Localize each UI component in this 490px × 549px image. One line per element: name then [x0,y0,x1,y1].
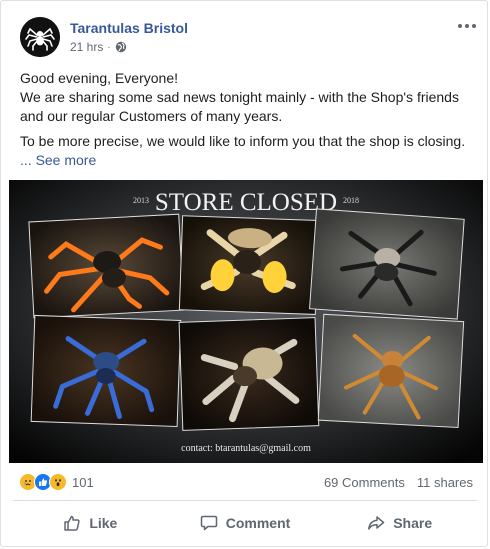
comments-count-link[interactable]: 69 Comments [324,475,405,490]
post-actions: Like Comment Share [13,504,477,542]
post-header: Tarantulas Bristol 21 hrs · [20,17,480,61]
year-right: 2018 [343,196,359,205]
wow-reaction-icon [49,473,67,491]
thumbs-up-icon [64,515,80,531]
image-title: STORE CLOSED [155,189,337,216]
post-text: Good evening, Everyone! We are sharing s… [20,69,478,170]
post-meta: 21 hrs · [70,40,127,54]
page-name-link[interactable]: Tarantulas Bristol [70,20,188,36]
globe-icon[interactable] [115,41,127,53]
see-more-prefix: ... [20,152,32,168]
see-more-row: ... See more [20,151,478,170]
contact-text: contact: btarantulas@gmail.com [181,443,311,454]
divider [13,500,477,501]
post-text-line: Good evening, Everyone! [20,70,178,86]
reactions-summary[interactable]: 101 [19,473,94,491]
post-timestamp[interactable]: 21 hrs [70,40,103,54]
shares-count-link[interactable]: 11 shares [417,475,473,490]
share-arrow-icon [368,516,385,530]
page-avatar[interactable] [20,17,60,57]
share-label: Share [393,515,433,531]
engagement-counts: 69 Comments 11 shares [324,475,473,490]
comment-button[interactable]: Comment [168,504,323,542]
like-label: Like [89,515,118,531]
share-button[interactable]: Share [322,504,477,542]
post-text-line: We are sharing some sad news tonight mai… [20,89,459,124]
meta-separator: · [107,41,111,53]
post-text-line: To be more precise, we would like to inf… [20,132,478,151]
see-more-link[interactable]: See more [36,152,97,168]
year-left: 2013 [133,196,149,205]
post-card: Tarantulas Bristol 21 hrs · Good evening… [0,0,488,547]
spider-logo-icon [20,17,60,57]
post-text-fragment: To be more precise, we would like to inf… [20,133,466,149]
like-button[interactable]: Like [13,504,168,542]
comment-icon [200,515,217,531]
post-stats: 101 69 Comments 11 shares [19,473,473,493]
store-closed-collage: 2013 STORE CLOSED 2018 contact: btarantu… [9,180,483,463]
comment-label: Comment [225,515,291,531]
reaction-count: 101 [72,474,94,490]
more-options-icon[interactable] [456,19,478,33]
post-photo[interactable]: 2013 STORE CLOSED 2018 contact: btarantu… [9,180,483,463]
